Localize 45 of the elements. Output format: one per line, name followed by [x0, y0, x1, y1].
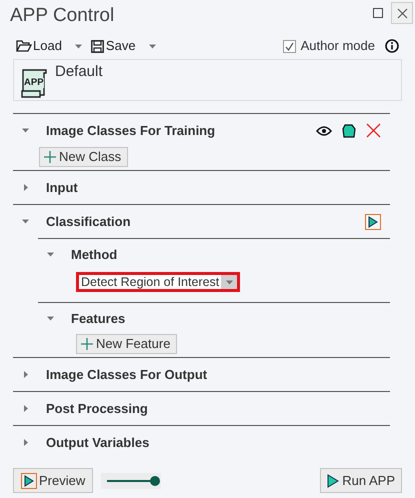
load-button[interactable]: Load	[16, 36, 62, 56]
section-title[interactable]: Input	[46, 178, 381, 198]
collapse-arrow-icon[interactable]	[46, 314, 55, 323]
app-name: Default	[55, 63, 103, 81]
collapse-arrow-icon[interactable]	[46, 250, 55, 259]
dropdown-caret-icon[interactable]	[74, 42, 83, 50]
section-title[interactable]: Post Processing	[46, 398, 381, 418]
dropdown-caret-icon[interactable]	[148, 42, 157, 50]
polygon-icon[interactable]	[342, 124, 356, 138]
collapse-arrow-icon[interactable]	[21, 126, 30, 135]
add-button[interactable]: New Feature	[76, 334, 178, 354]
subsection-title[interactable]: Features	[71, 308, 126, 328]
expand-arrow-icon[interactable]	[21, 370, 30, 379]
maximize-icon	[373, 8, 383, 18]
close-icon[interactable]	[366, 123, 381, 138]
play-icon	[327, 474, 340, 488]
section-title[interactable]: Classification	[46, 212, 365, 232]
section-title[interactable]: Image Classes For Training	[46, 120, 316, 140]
info-icon[interactable]	[385, 39, 399, 53]
section-title[interactable]: Image Classes For Output	[46, 364, 381, 384]
expand-arrow-icon[interactable]	[21, 183, 30, 192]
author-mode-label: Author mode	[300, 37, 375, 56]
window-title: APP Control	[10, 4, 114, 28]
run-app-button[interactable]: Run APP	[320, 468, 402, 493]
preview-button[interactable]: Preview	[13, 468, 94, 493]
expand-arrow-icon[interactable]	[21, 438, 30, 447]
author-mode-checkbox[interactable]	[282, 40, 296, 52]
add-button[interactable]: New Class	[39, 147, 128, 167]
save-button[interactable]: Save	[90, 36, 136, 56]
section-title[interactable]: Output Variables	[46, 432, 381, 452]
plus-icon	[43, 150, 57, 164]
subsection-title[interactable]: Method	[71, 244, 118, 264]
eye-icon[interactable]	[316, 124, 332, 136]
close-button[interactable]	[391, 2, 413, 24]
slider-track[interactable]	[101, 472, 162, 488]
expand-arrow-icon[interactable]	[21, 404, 30, 413]
method-dropdown[interactable]: Detect Region of Interest	[76, 272, 240, 292]
collapse-arrow-icon[interactable]	[21, 217, 30, 226]
plus-icon	[80, 337, 94, 351]
slider-thumb[interactable]	[150, 476, 160, 486]
run-icon[interactable]	[365, 214, 381, 230]
app-card[interactable]: APP Default	[13, 59, 402, 101]
play-icon	[21, 472, 37, 488]
close-icon	[396, 8, 408, 18]
folder-icon	[16, 40, 32, 52]
